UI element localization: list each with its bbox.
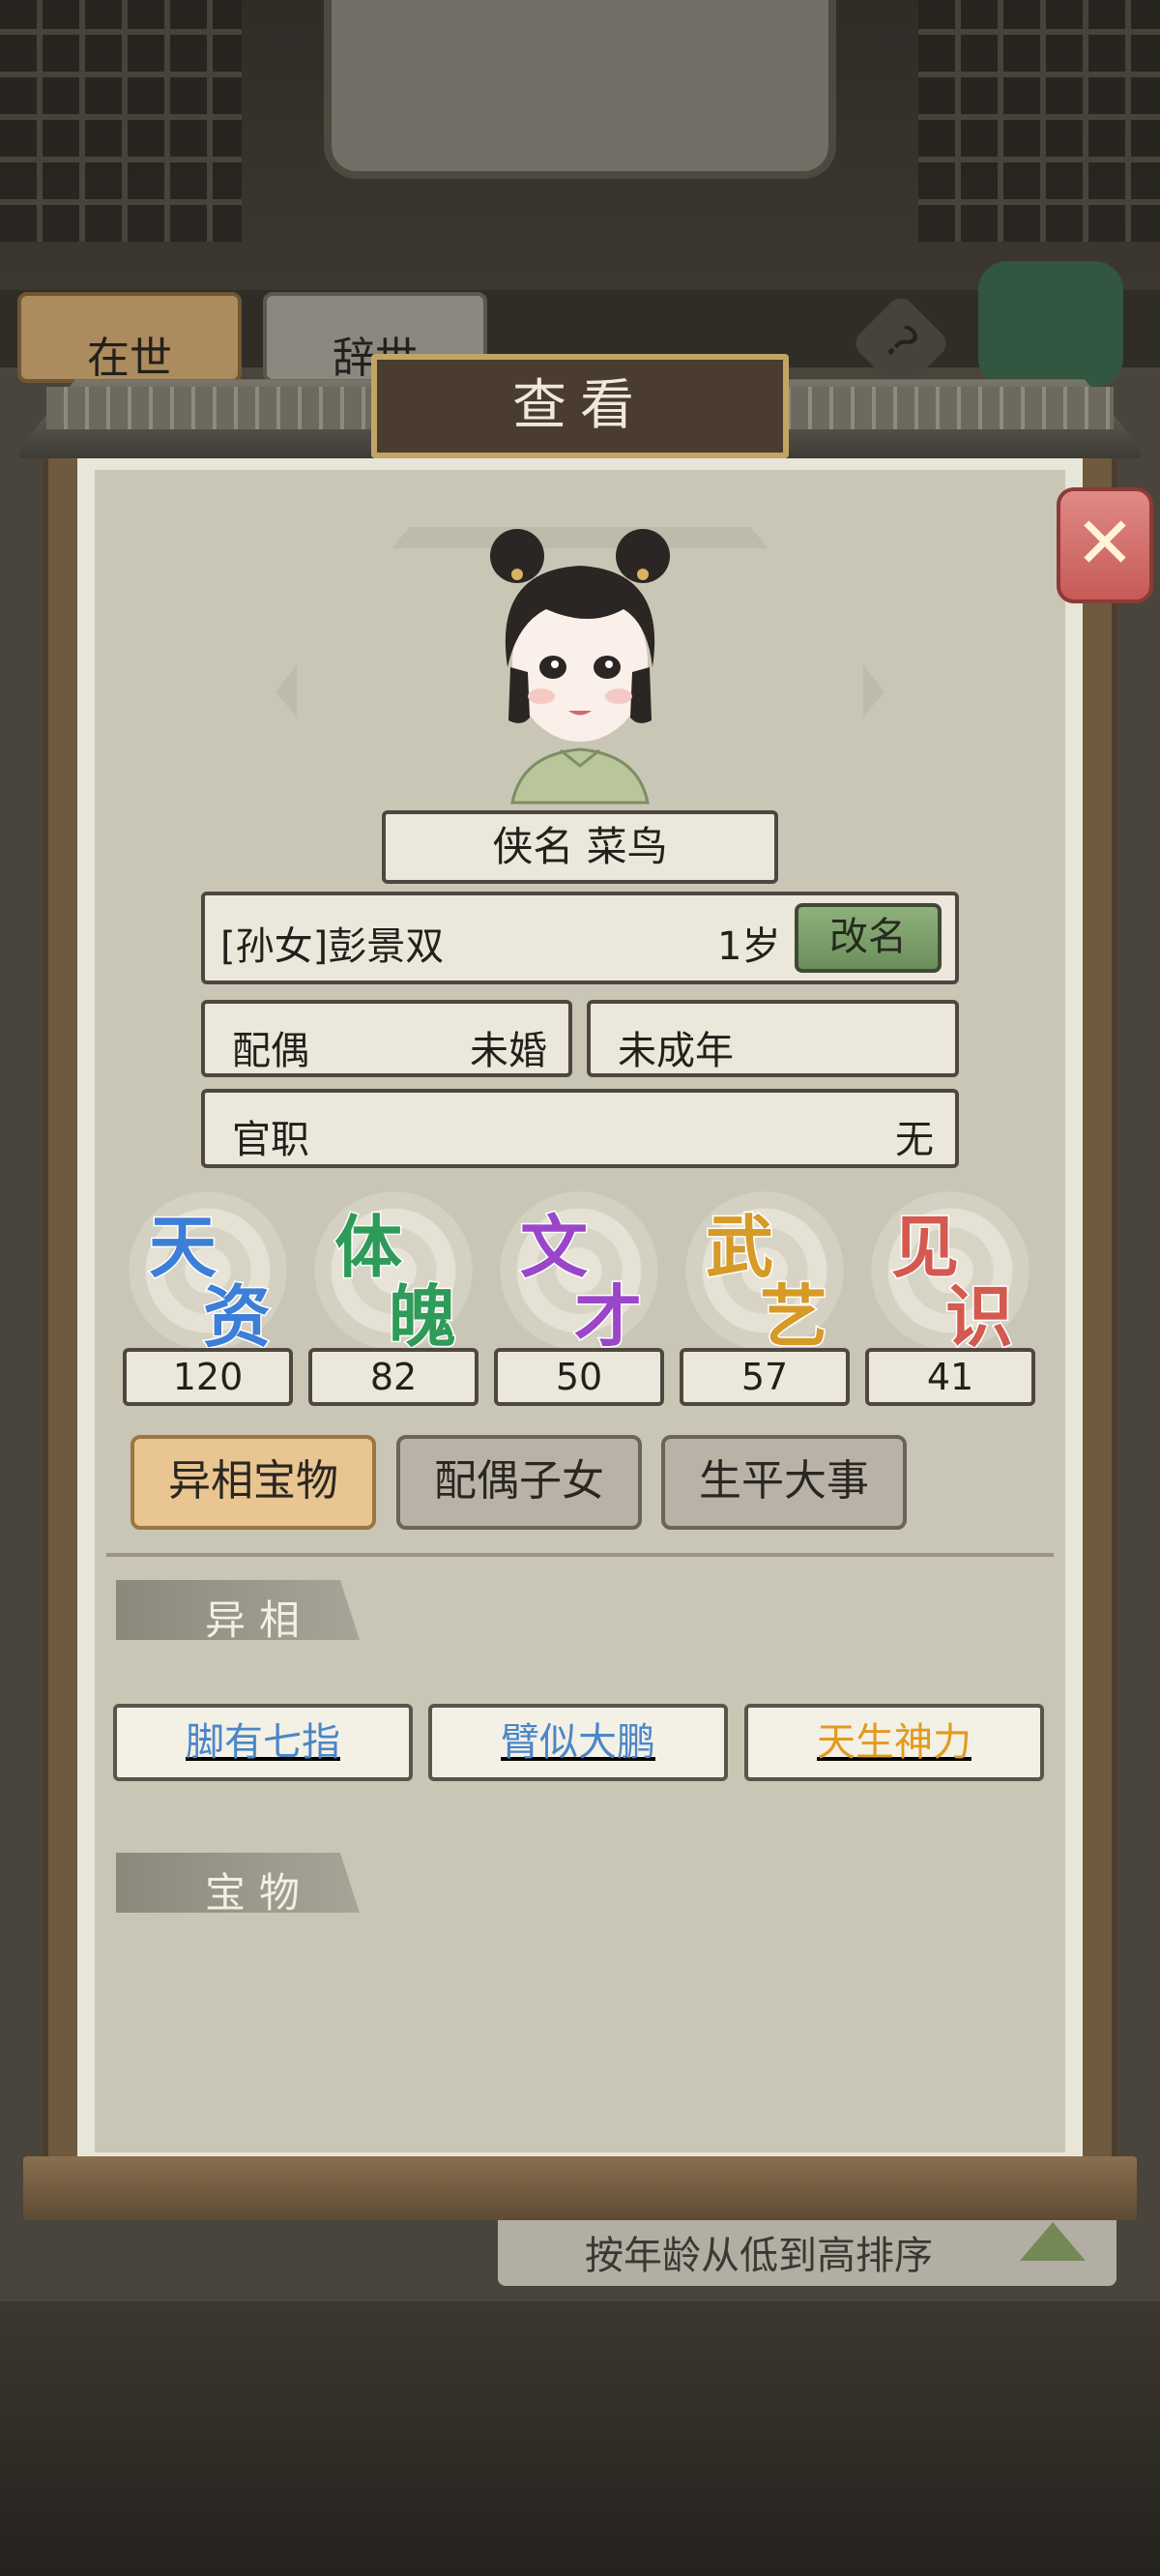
- close-button[interactable]: ✕: [1057, 487, 1153, 603]
- spouse-value: 未婚: [470, 1029, 547, 1073]
- adult-status: 未成年: [618, 1029, 734, 1073]
- stat-aptitude-char2: 资: [202, 1275, 273, 1359]
- hero-name: 侠名 菜鸟: [382, 810, 778, 884]
- stat-physique-char2: 魄: [388, 1275, 458, 1359]
- stat-insight-char2: 识: [944, 1275, 1015, 1359]
- stat-literary-value: 50: [494, 1348, 664, 1406]
- office-row: 官职 无: [201, 1089, 959, 1168]
- age-text: 1岁: [717, 924, 781, 969]
- office-value: 无: [895, 1118, 934, 1162]
- trait-label: 臂似大鹏: [501, 1720, 655, 1765]
- office-label: 官职: [232, 1118, 309, 1162]
- scroll-bottom-rail: [23, 2156, 1137, 2220]
- spouse-label: 配偶: [232, 1029, 309, 1073]
- tab-traits-treasures[interactable]: 异相宝物: [130, 1435, 376, 1530]
- trait-label: 脚有七指: [186, 1720, 340, 1765]
- character-avatar: [490, 529, 670, 805]
- adult-status-row: 未成年: [587, 1000, 959, 1077]
- close-icon: ✕: [1074, 502, 1135, 585]
- tab-life-events[interactable]: 生平大事: [661, 1435, 907, 1530]
- stat-martial-value: 57: [680, 1348, 850, 1406]
- modal-title: 查看: [371, 354, 789, 458]
- stat-physique-value: 82: [308, 1348, 478, 1406]
- section-traits-heading: 异相: [116, 1580, 360, 1640]
- identity-text: [孙女]彭景双: [220, 924, 445, 969]
- trait-label: 天生神力: [817, 1720, 972, 1765]
- spouse-row: 配偶 未婚: [201, 1000, 572, 1077]
- identity-row: [孙女]彭景双 1岁 改名: [201, 892, 959, 984]
- trait-item[interactable]: 天生神力: [744, 1704, 1044, 1781]
- trait-item[interactable]: 脚有七指: [113, 1704, 413, 1781]
- stat-aptitude-value: 120: [123, 1348, 293, 1406]
- stat-insight-value: 41: [865, 1348, 1035, 1406]
- section-treasures-heading: 宝物: [116, 1853, 360, 1913]
- stat-martial-char2: 艺: [759, 1275, 829, 1359]
- section-divider: [106, 1553, 1054, 1557]
- trait-item[interactable]: 臂似大鹏: [428, 1704, 728, 1781]
- stat-literary-char2: 才: [573, 1275, 644, 1359]
- rename-button[interactable]: 改名: [795, 903, 942, 973]
- tab-spouse-children[interactable]: 配偶子女: [396, 1435, 642, 1530]
